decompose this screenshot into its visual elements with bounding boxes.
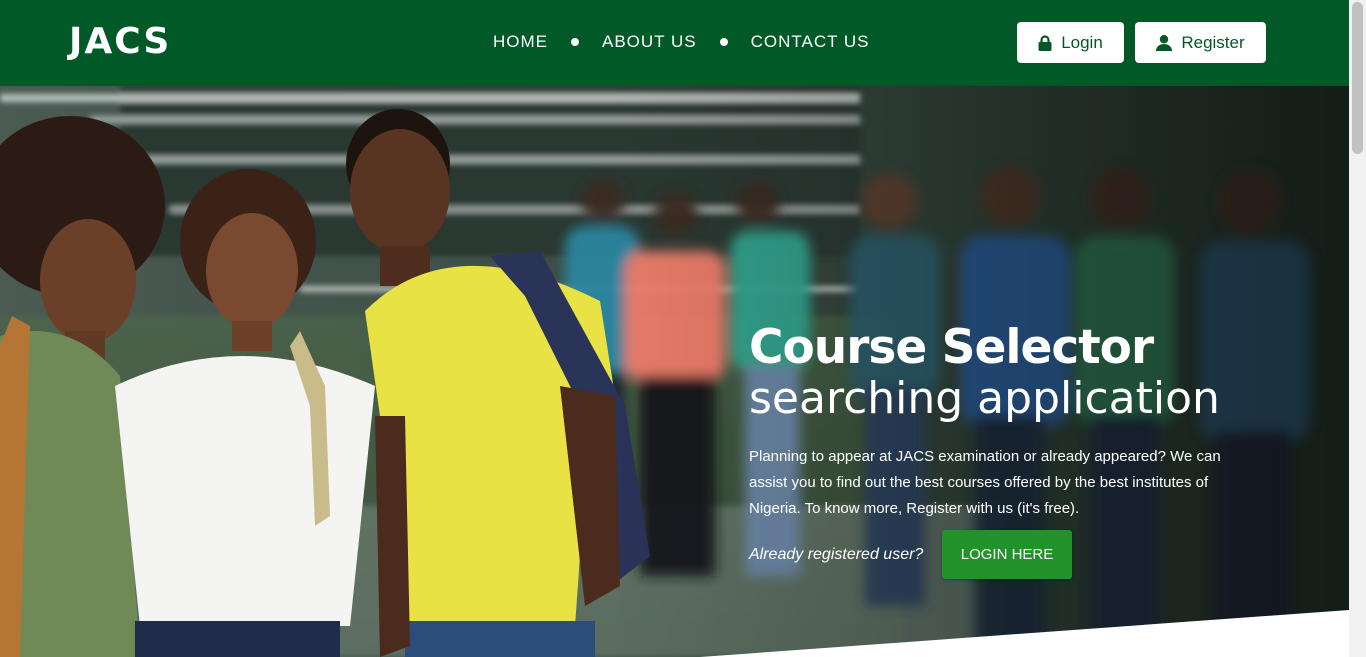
already-registered-text: Already registered user? bbox=[749, 546, 924, 563]
hero-description: Planning to appear at JACS examination o… bbox=[749, 448, 1221, 517]
user-icon bbox=[1156, 34, 1173, 51]
site-header: JACS HOME ABOUT US CONTACT US Login Regi… bbox=[0, 0, 1349, 86]
site-logo[interactable]: JACS bbox=[69, 20, 171, 64]
register-button[interactable]: Register bbox=[1135, 22, 1266, 63]
hero-subtitle: searching application bbox=[749, 373, 1220, 424]
login-button-label: Login bbox=[1061, 32, 1103, 52]
nav-separator-dot bbox=[571, 38, 579, 46]
nav-contact-us[interactable]: CONTACT US bbox=[751, 30, 870, 54]
scrollbar-thumb[interactable] bbox=[1352, 2, 1363, 154]
main-nav: HOME ABOUT US CONTACT US bbox=[493, 30, 870, 54]
page-scrollbar[interactable] bbox=[1349, 0, 1366, 657]
hero-section: Course Selector searching application Pl… bbox=[0, 86, 1349, 657]
nav-separator-dot bbox=[719, 38, 728, 46]
hero-title: Course Selector bbox=[749, 320, 1154, 375]
register-button-label: Register bbox=[1181, 32, 1245, 52]
login-button[interactable]: Login bbox=[1017, 22, 1124, 63]
lock-icon bbox=[1038, 34, 1052, 51]
login-here-button[interactable]: LOGIN HERE bbox=[942, 530, 1072, 579]
nav-about-us[interactable]: ABOUT US bbox=[602, 30, 697, 54]
nav-home[interactable]: HOME bbox=[493, 30, 548, 54]
